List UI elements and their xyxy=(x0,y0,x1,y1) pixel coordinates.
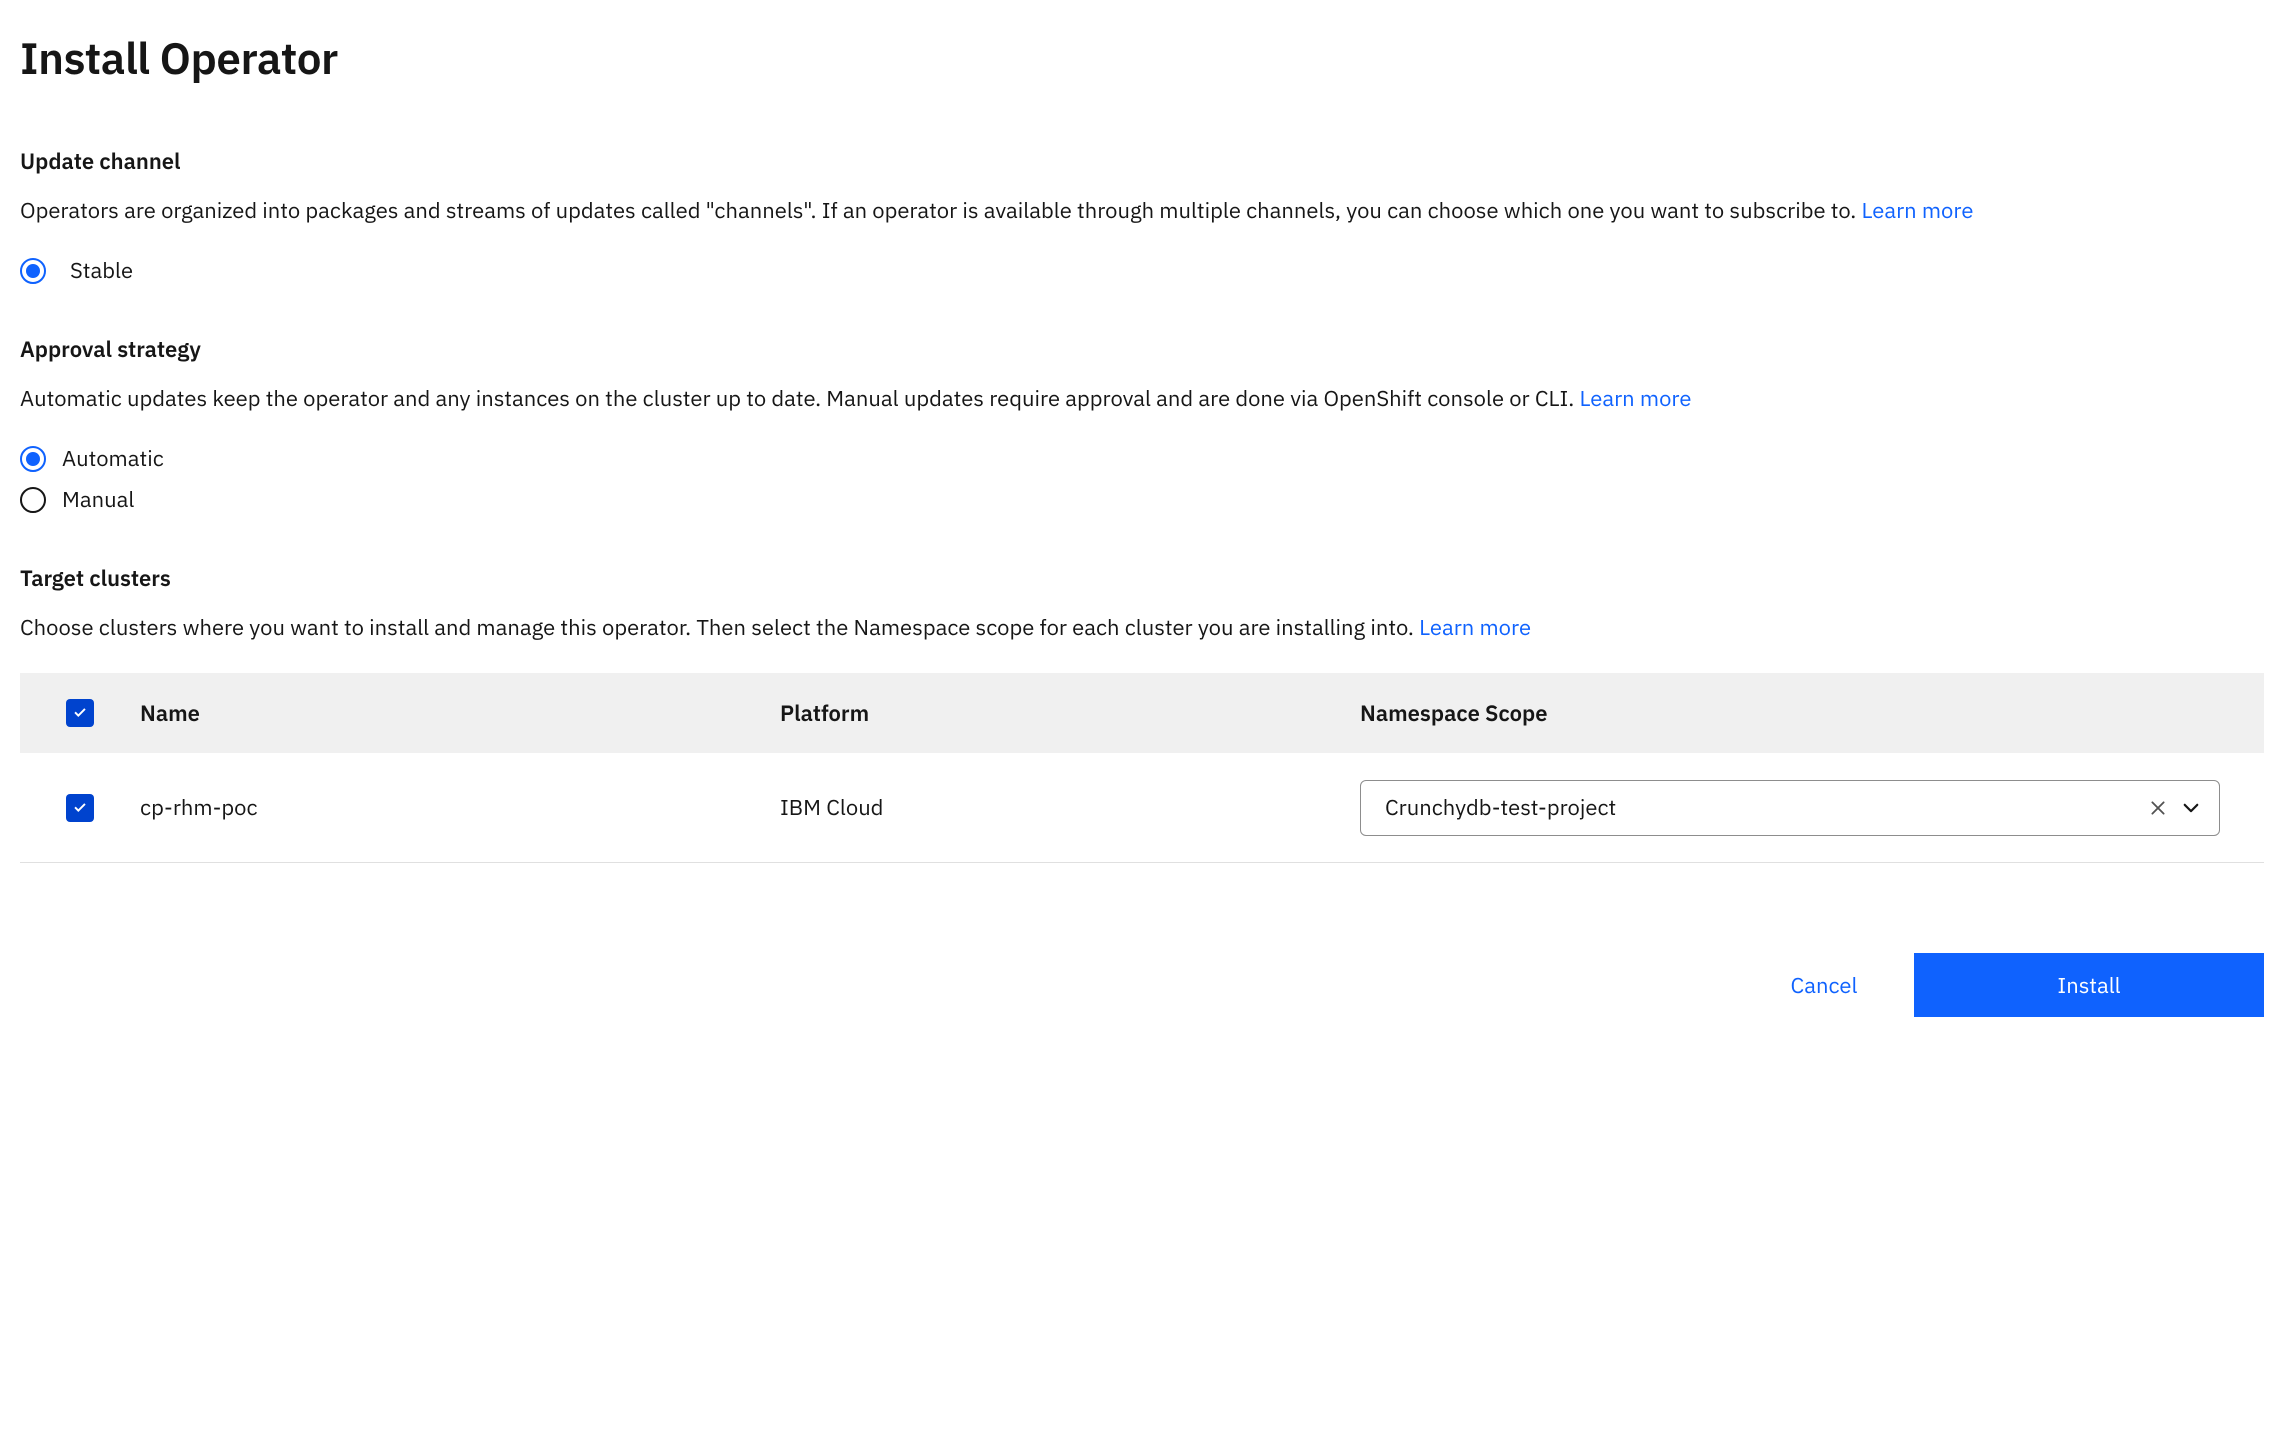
chevron-down-icon[interactable] xyxy=(2181,798,2201,818)
radio-icon xyxy=(20,258,46,284)
install-button[interactable]: Install xyxy=(1914,953,2264,1017)
col-platform: Platform xyxy=(780,699,1360,728)
check-icon xyxy=(71,799,89,817)
radio-automatic-label: Automatic xyxy=(62,444,164,473)
update-channel-section: Update channel Operators are organized i… xyxy=(20,147,2264,285)
target-clusters-desc-text: Choose clusters where you want to instal… xyxy=(20,613,1419,642)
select-all-checkbox[interactable] xyxy=(66,699,94,727)
namespace-scope-value: Crunchydb-test-project xyxy=(1385,793,1616,822)
approval-strategy-heading: Approval strategy xyxy=(20,335,2264,364)
target-clusters-section: Target clusters Choose clusters where yo… xyxy=(20,564,2264,863)
radio-manual-label: Manual xyxy=(62,485,134,514)
clear-icon[interactable] xyxy=(2149,799,2167,817)
cancel-button[interactable]: Cancel xyxy=(1734,953,1914,1017)
update-channel-radio-group: Stable xyxy=(20,256,2264,285)
page-title: Install Operator xyxy=(20,30,2264,87)
approval-strategy-desc-text: Automatic updates keep the operator and … xyxy=(20,384,1579,413)
namespace-scope-select[interactable]: Crunchydb-test-project xyxy=(1360,780,2220,836)
col-name: Name xyxy=(140,699,780,728)
check-icon xyxy=(71,704,89,722)
radio-icon xyxy=(20,487,46,513)
footer-actions: Cancel Install xyxy=(20,863,2264,1017)
row-platform: IBM Cloud xyxy=(780,793,1360,822)
update-channel-desc-text: Operators are organized into packages an… xyxy=(20,196,1861,225)
row-name: cp-rhm-poc xyxy=(140,793,780,822)
approval-strategy-description: Automatic updates keep the operator and … xyxy=(20,382,2260,416)
target-clusters-learn-more-link[interactable]: Learn more xyxy=(1419,613,1531,642)
table-row: cp-rhm-poc IBM Cloud Crunchydb-test-proj… xyxy=(20,753,2264,863)
radio-icon xyxy=(20,446,46,472)
approval-strategy-section: Approval strategy Automatic updates keep… xyxy=(20,335,2264,514)
radio-stable-label: Stable xyxy=(70,256,133,285)
approval-strategy-learn-more-link[interactable]: Learn more xyxy=(1579,384,1691,413)
update-channel-heading: Update channel xyxy=(20,147,2264,176)
radio-automatic[interactable]: Automatic xyxy=(20,444,2264,473)
clusters-table: Name Platform Namespace Scope cp-rhm-poc… xyxy=(20,673,2264,863)
update-channel-description: Operators are organized into packages an… xyxy=(20,194,2260,228)
row-checkbox[interactable] xyxy=(66,794,94,822)
target-clusters-description: Choose clusters where you want to instal… xyxy=(20,611,2260,645)
radio-stable[interactable]: Stable xyxy=(20,256,2264,285)
col-namespace-scope: Namespace Scope xyxy=(1360,699,2224,728)
approval-strategy-radio-group: Automatic Manual xyxy=(20,444,2264,514)
update-channel-learn-more-link[interactable]: Learn more xyxy=(1861,196,1973,225)
radio-manual[interactable]: Manual xyxy=(20,485,2264,514)
target-clusters-heading: Target clusters xyxy=(20,564,2264,593)
table-header: Name Platform Namespace Scope xyxy=(20,673,2264,753)
